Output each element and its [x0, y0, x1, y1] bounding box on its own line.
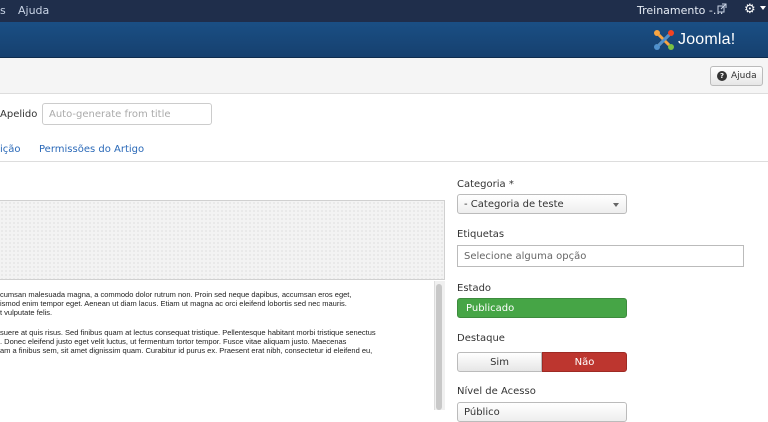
editor-line: suere at quis risus. Sed finibus quam at…: [0, 328, 376, 337]
tab-bar: ição Permissões do Artigo: [0, 140, 768, 162]
editor-toolbar-area: [0, 200, 445, 280]
chevron-down-icon: [613, 203, 619, 207]
editor-line: cumsan malesuada magna, a commodo dolor …: [0, 290, 352, 299]
tags-label: Etiquetas: [457, 229, 505, 240]
access-level-label: Nível de Acesso: [457, 386, 536, 397]
category-select[interactable]: - Categoria de teste: [457, 194, 627, 214]
tab-partial[interactable]: ição: [0, 144, 21, 155]
header-banner: Joomla!: [0, 22, 768, 58]
chevron-down-icon[interactable]: [760, 6, 766, 10]
logo-text: Joomla!: [678, 31, 736, 48]
site-link[interactable]: Treinamento -...: [637, 4, 723, 17]
toolbar: ? Ajuda: [0, 58, 768, 94]
alias-input[interactable]: [42, 103, 212, 125]
state-value: Publicado: [466, 303, 515, 314]
menu-item-help[interactable]: Ajuda: [18, 4, 49, 17]
category-label: Categoria *: [457, 179, 514, 190]
admin-top-navbar: s Ajuda Treinamento -... ⚙: [0, 0, 768, 22]
tab-article-permissions[interactable]: Permissões do Artigo: [39, 144, 144, 155]
tags-placeholder: Selecione alguma opção: [464, 251, 587, 262]
external-link-icon[interactable]: [717, 3, 727, 16]
access-level-value: Público: [464, 407, 500, 418]
state-select[interactable]: Publicado: [457, 298, 627, 318]
help-button-label: Ajuda: [731, 71, 757, 81]
state-label: Estado: [457, 283, 492, 294]
featured-yes-label: Sim: [490, 357, 509, 368]
help-button[interactable]: ? Ajuda: [710, 66, 763, 86]
category-value: - Categoria de teste: [464, 199, 564, 210]
editor-scrollbar-thumb[interactable]: [436, 284, 442, 410]
gear-icon[interactable]: ⚙: [744, 2, 756, 17]
featured-label: Destaque: [457, 333, 505, 344]
featured-no-label: Não: [574, 357, 595, 368]
editor-line: am a finibus sem, sit amet dignissim qua…: [0, 346, 373, 355]
featured-yes-button[interactable]: Sim: [457, 352, 542, 372]
alias-label: Apelido: [0, 109, 38, 120]
editor-line: ismod enim tempor eget. Aenean ut diam l…: [0, 299, 347, 308]
featured-no-button[interactable]: Não: [542, 352, 627, 372]
tags-input[interactable]: Selecione alguma opção: [457, 245, 744, 267]
editor-line: . Donec eleifend justo eget velit luctus…: [0, 337, 347, 346]
editor-content[interactable]: cumsan malesuada magna, a commodo dolor …: [0, 281, 445, 410]
menu-item-partial[interactable]: s: [0, 4, 6, 17]
editor-line: t vulputate felis.: [0, 308, 53, 317]
access-level-select[interactable]: Público: [457, 402, 627, 422]
question-icon: ?: [717, 71, 727, 81]
